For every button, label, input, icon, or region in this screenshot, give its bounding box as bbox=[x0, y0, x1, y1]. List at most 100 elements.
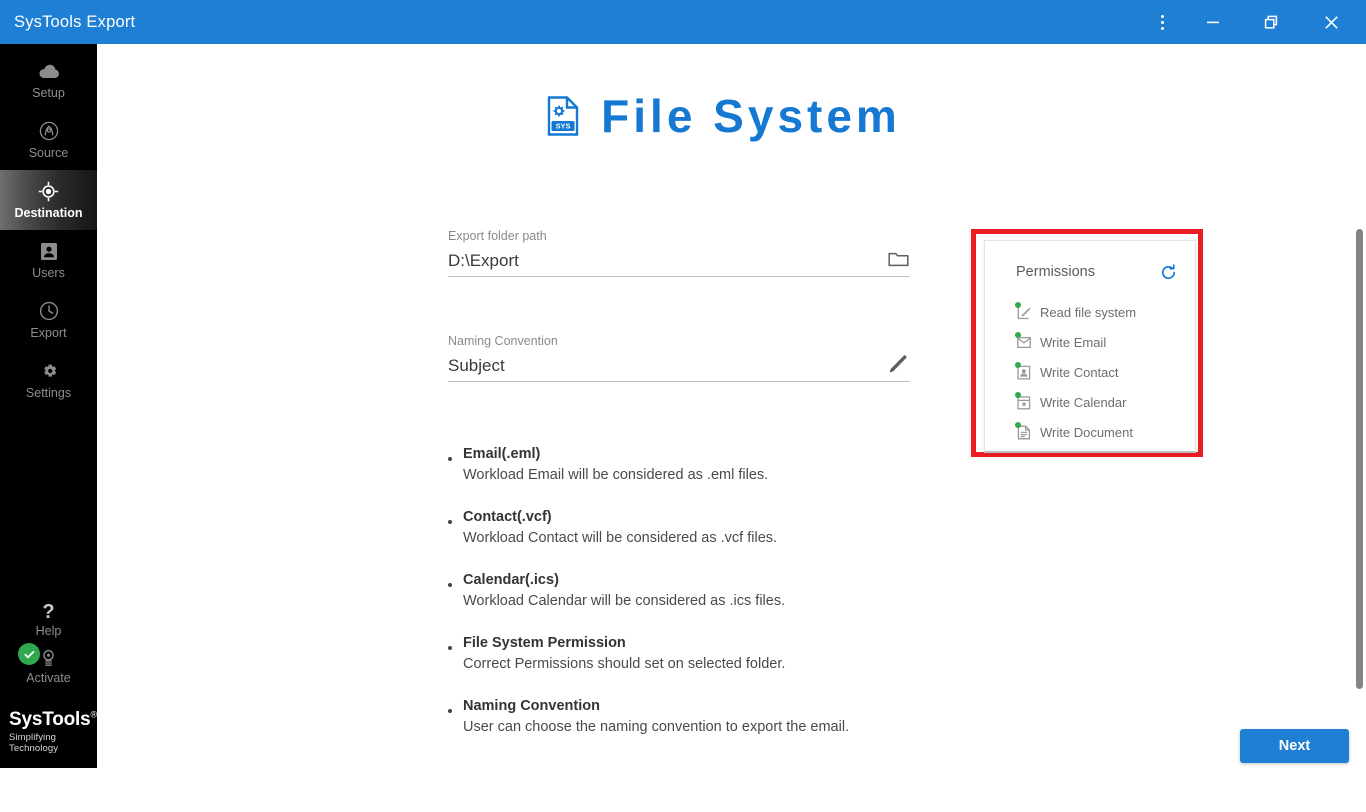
permission-item-read-file-system: Read file system bbox=[1015, 297, 1195, 327]
sidebar: Setup Source Destination Users Export Se… bbox=[0, 44, 97, 768]
sidebar-item-destination[interactable]: Destination bbox=[0, 170, 97, 230]
vertical-scrollbar[interactable] bbox=[1352, 88, 1366, 812]
list-item-title: Calendar(.ics) bbox=[463, 572, 559, 588]
window-controls bbox=[1142, 0, 1366, 44]
list-item: Contact(.vcf) Workload Contact will be c… bbox=[448, 507, 1008, 549]
pencil-icon[interactable] bbox=[886, 352, 910, 376]
list-item-title: Naming Convention bbox=[463, 698, 600, 714]
bullet-marker bbox=[448, 696, 460, 738]
bullet-marker bbox=[448, 444, 460, 486]
list-item: File System Permission Correct Permissio… bbox=[448, 633, 1008, 675]
target-icon bbox=[38, 181, 59, 202]
permission-label: Write Contact bbox=[1040, 364, 1119, 380]
brand-tagline: Simplifying Technology bbox=[9, 732, 59, 754]
user-card-icon bbox=[40, 241, 58, 262]
folder-icon[interactable] bbox=[886, 247, 910, 271]
green-check-icon bbox=[18, 643, 40, 665]
permissions-list: Read file system Write Email Write Conta… bbox=[985, 297, 1195, 447]
sidebar-item-setup[interactable]: Setup bbox=[0, 50, 97, 110]
permission-label: Read file system bbox=[1040, 304, 1137, 320]
permission-item-write-document: Write Document bbox=[1015, 417, 1195, 447]
permission-granted-dot bbox=[1015, 421, 1021, 428]
main-content: SYS File System Export folder path D:\Ex… bbox=[97, 44, 1366, 812]
read-file-system-icon bbox=[1015, 301, 1032, 321]
list-item-desc: Workload Email will be considered as .em… bbox=[463, 467, 769, 483]
naming-convention-field: Naming Convention Subject bbox=[448, 334, 910, 382]
gear-icon bbox=[39, 361, 59, 382]
activate-label: Activate bbox=[26, 671, 71, 685]
permissions-panel: Permissions Read file system Write Email… bbox=[984, 240, 1196, 453]
next-button[interactable]: Next bbox=[1240, 729, 1349, 763]
menu-kebab-icon[interactable] bbox=[1142, 0, 1182, 44]
permission-label: Write Email bbox=[1040, 334, 1107, 350]
export-folder-path-label: Export folder path bbox=[448, 229, 547, 243]
naming-convention-value[interactable]: Subject bbox=[448, 356, 505, 376]
permission-item-write-calendar: Write Calendar bbox=[1015, 387, 1195, 417]
write-email-icon bbox=[1015, 331, 1032, 351]
brand-registered: ® bbox=[90, 709, 97, 720]
list-item-desc: User can choose the naming convention to… bbox=[463, 719, 850, 735]
sidebar-item-label: Destination bbox=[14, 205, 83, 220]
write-document-icon bbox=[1015, 421, 1032, 441]
sidebar-item-export[interactable]: Export bbox=[0, 290, 97, 350]
page-title-row: SYS File System bbox=[97, 89, 1351, 143]
bullet-marker bbox=[448, 633, 460, 675]
page-title: File System bbox=[601, 90, 901, 142]
permission-granted-dot bbox=[1015, 361, 1021, 368]
write-calendar-icon bbox=[1015, 391, 1032, 411]
clock-icon bbox=[39, 301, 59, 322]
permission-label: Write Calendar bbox=[1040, 394, 1127, 410]
sidebar-item-label: Users bbox=[32, 265, 65, 280]
permission-item-write-contact: Write Contact bbox=[1015, 357, 1195, 387]
permission-granted-dot bbox=[1015, 301, 1021, 308]
minimize-icon[interactable] bbox=[1190, 0, 1236, 44]
write-contact-icon bbox=[1015, 361, 1032, 381]
sidebar-item-source[interactable]: Source bbox=[0, 110, 97, 170]
refresh-icon[interactable] bbox=[1159, 263, 1177, 281]
sidebar-item-label: Setup bbox=[32, 85, 65, 100]
list-item-desc: Correct Permissions should set on select… bbox=[463, 656, 786, 672]
badge-icon bbox=[41, 647, 56, 668]
list-item-title: Contact(.vcf) bbox=[463, 509, 552, 525]
sidebar-bottom: ? Help Activate SysTools® Simplifying Te… bbox=[0, 601, 97, 768]
destination-form: Export folder path D:\Export Naming Conv… bbox=[448, 229, 910, 439]
sidebar-item-users[interactable]: Users bbox=[0, 230, 97, 290]
sidebar-item-help[interactable]: ? Help bbox=[0, 601, 97, 638]
export-folder-path-field: Export folder path D:\Export bbox=[448, 229, 910, 277]
naming-convention-label: Naming Convention bbox=[448, 334, 558, 348]
permission-item-write-email: Write Email bbox=[1015, 327, 1195, 357]
sys-file-icon-text: SYS bbox=[556, 122, 571, 131]
help-label: Help bbox=[35, 624, 62, 638]
export-folder-path-input[interactable]: D:\Export bbox=[448, 251, 519, 271]
source-icon bbox=[39, 121, 59, 142]
sidebar-item-label: Export bbox=[30, 325, 67, 340]
info-list: Email(.eml) Workload Email will be consi… bbox=[448, 444, 1008, 759]
restore-icon[interactable] bbox=[1248, 0, 1294, 44]
scrollbar-thumb[interactable] bbox=[1356, 229, 1363, 689]
permissions-title: Permissions bbox=[1016, 264, 1095, 280]
permission-granted-dot bbox=[1015, 391, 1021, 398]
bullet-marker bbox=[448, 570, 460, 612]
list-item-desc: Workload Calendar will be considered as … bbox=[463, 593, 786, 609]
brand-logo: SysTools® Simplifying Technology bbox=[0, 709, 97, 754]
permissions-highlight: Permissions Read file system Write Email… bbox=[971, 229, 1203, 457]
sidebar-item-label: Source bbox=[28, 145, 69, 160]
list-item: Calendar(.ics) Workload Calendar will be… bbox=[448, 570, 1008, 612]
close-icon[interactable] bbox=[1308, 0, 1354, 44]
app-title: SysTools Export bbox=[14, 12, 136, 31]
bullet-marker bbox=[448, 507, 460, 549]
permission-label: Write Document bbox=[1040, 424, 1133, 440]
cloud-icon bbox=[38, 61, 60, 82]
list-item-desc: Workload Contact will be considered as .… bbox=[463, 530, 778, 546]
title-bar: SysTools Export bbox=[0, 0, 1366, 44]
brand-name: SysTools bbox=[9, 709, 91, 730]
list-item: Naming Convention User can choose the na… bbox=[448, 696, 1008, 738]
list-item-title: File System Permission bbox=[463, 635, 626, 651]
sidebar-item-label: Settings bbox=[25, 385, 72, 400]
sys-file-icon: SYS bbox=[547, 96, 579, 136]
sidebar-item-settings[interactable]: Settings bbox=[0, 350, 97, 410]
list-item-title: Email(.eml) bbox=[463, 446, 541, 462]
question-mark-icon: ? bbox=[42, 601, 55, 623]
sidebar-item-activate[interactable]: Activate bbox=[0, 643, 97, 685]
permission-granted-dot bbox=[1015, 331, 1021, 338]
